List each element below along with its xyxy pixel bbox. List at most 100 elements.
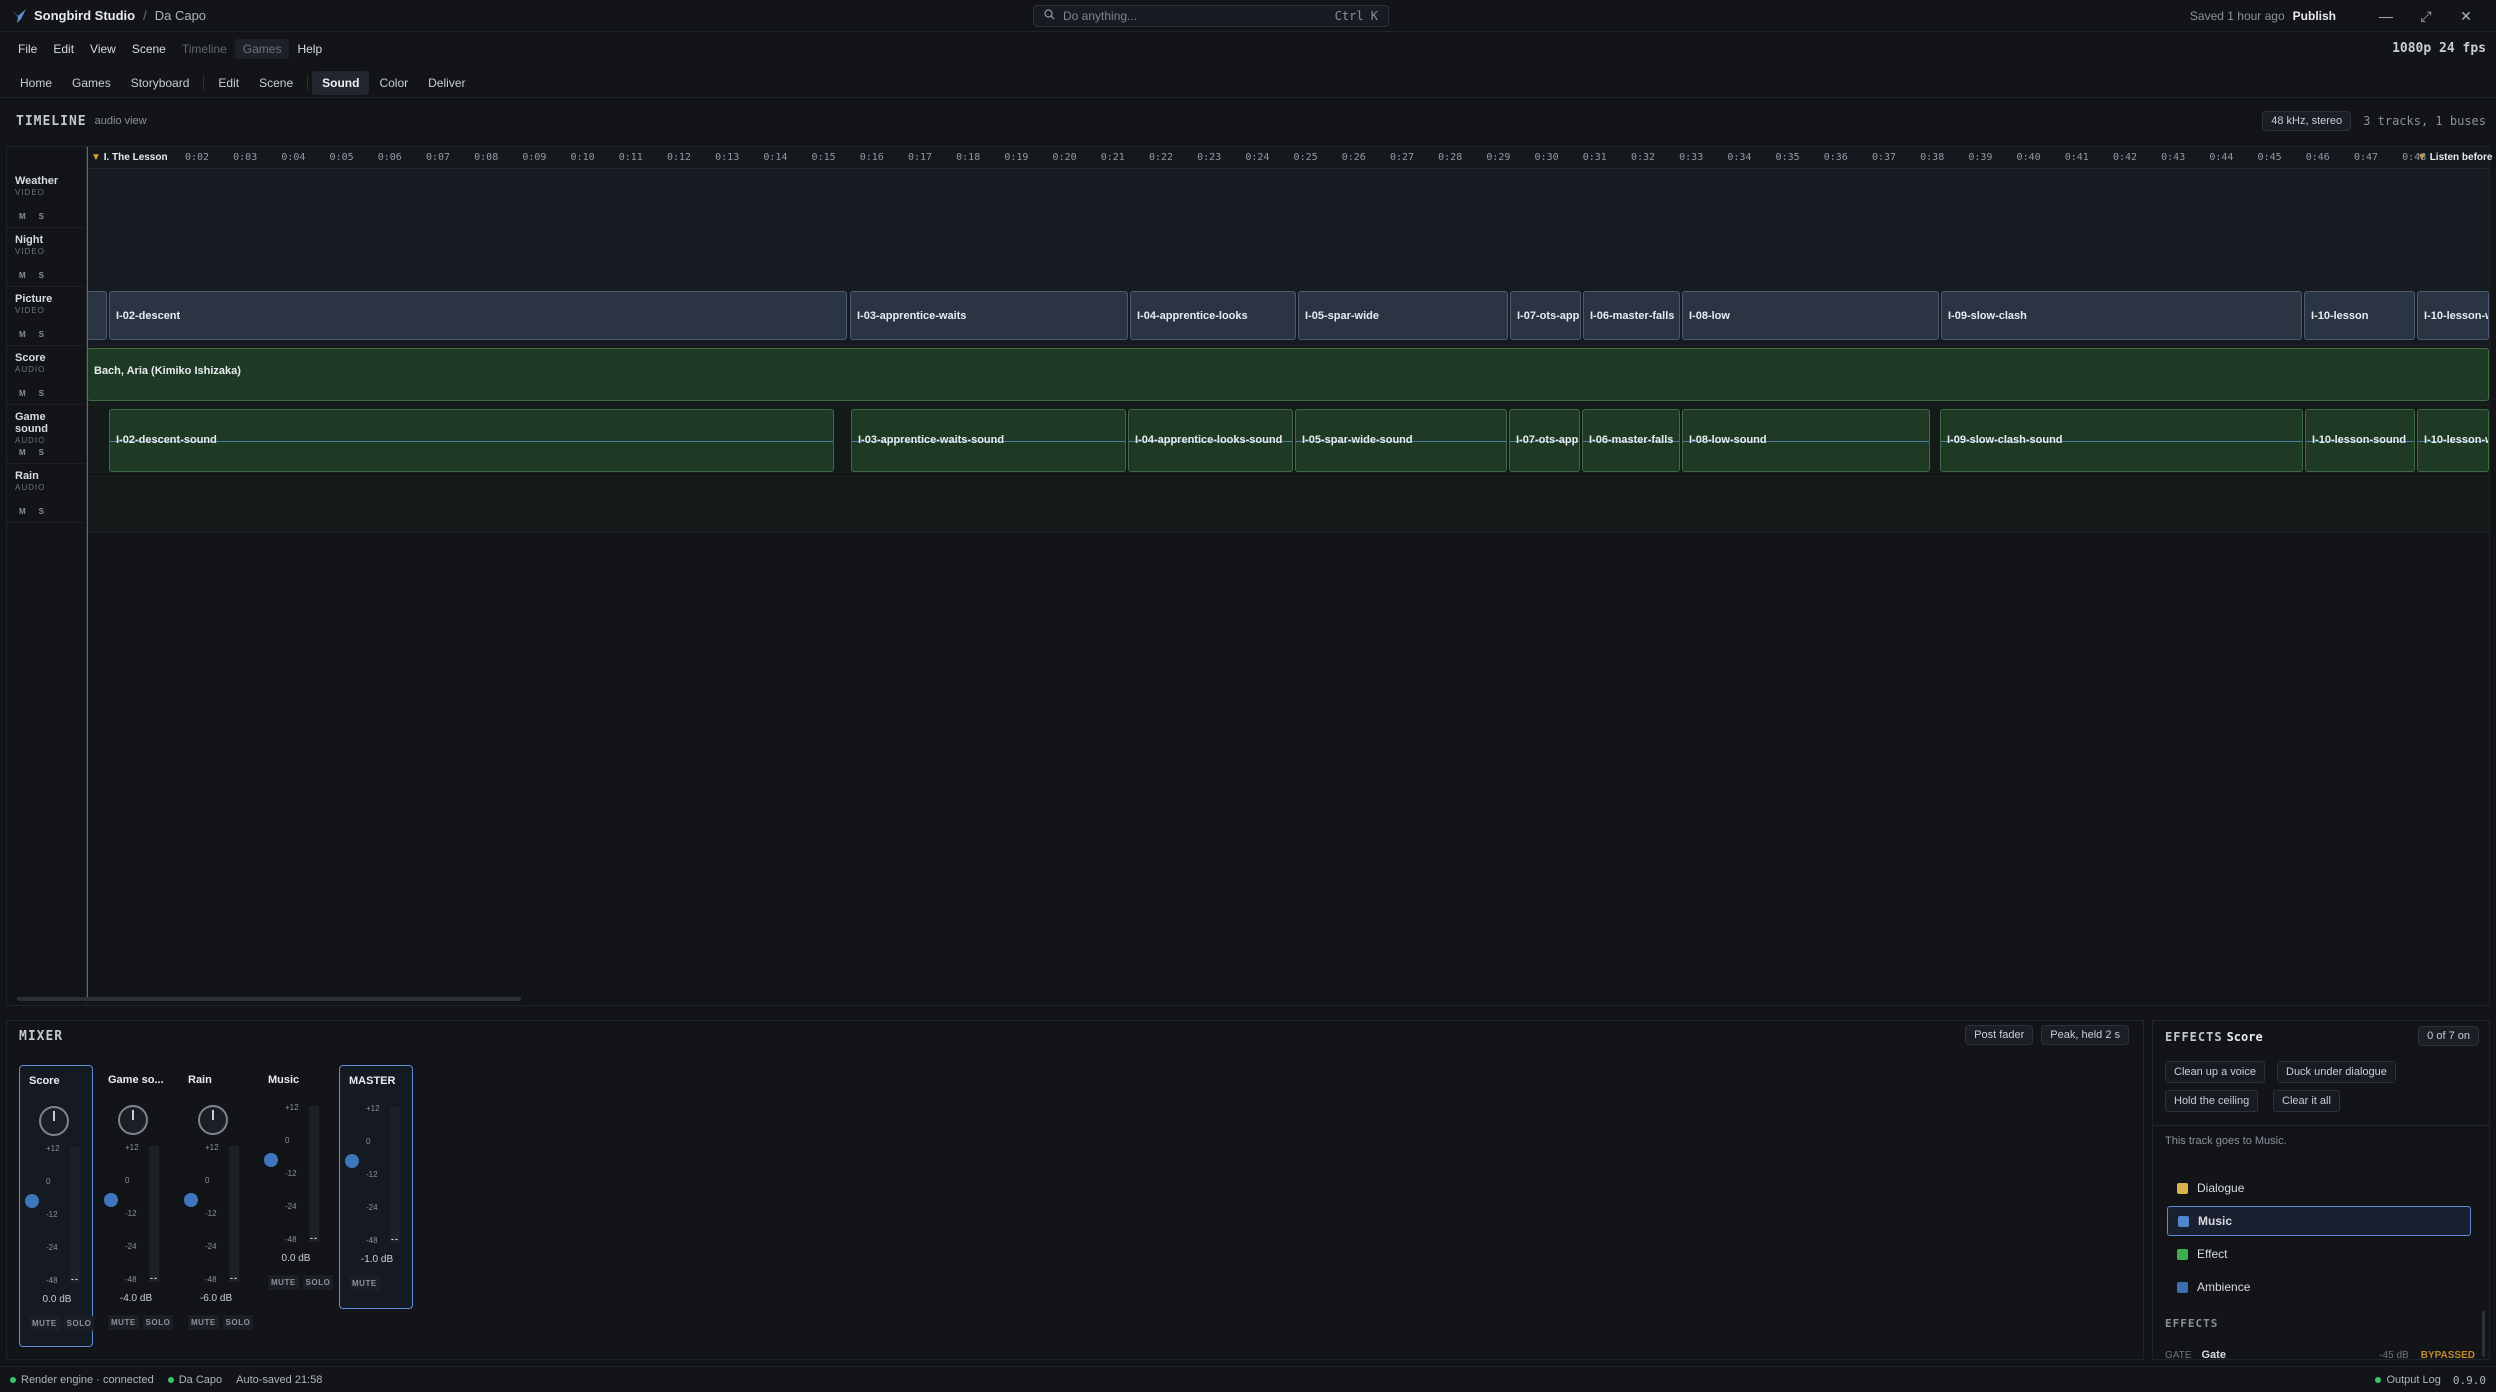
tab-storyboard[interactable]: Storyboard <box>121 71 200 95</box>
preset-duck-dialogue-button[interactable]: Duck under dialogue <box>2277 1061 2396 1083</box>
effect-row-gate[interactable]: GATE Gate -45 dB BYPASSED <box>2165 1349 2475 1360</box>
pan-knob[interactable] <box>118 1105 148 1135</box>
timeline-clip[interactable]: I-08-low <box>1682 291 1939 340</box>
tab-color[interactable]: Color <box>369 71 418 95</box>
solo-toggle[interactable]: S <box>39 212 44 221</box>
lane-rain[interactable] <box>87 474 2489 533</box>
project-name[interactable]: Da Capo <box>155 8 206 23</box>
post-fader-toggle[interactable]: Post fader <box>1965 1025 2034 1045</box>
end-marker[interactable]: ▼ Listen before <box>2417 152 2492 163</box>
timeline-clip[interactable]: I-10-lesson-sound <box>2305 409 2415 472</box>
menu-help[interactable]: Help <box>289 39 330 59</box>
output-log-button[interactable]: Output Log <box>2375 1374 2441 1386</box>
solo-toggle[interactable]: S <box>39 507 44 516</box>
effect-bypass-toggle[interactable]: BYPASSED <box>2421 1350 2475 1360</box>
solo-toggle[interactable]: S <box>39 271 44 280</box>
pan-knob[interactable] <box>198 1105 228 1135</box>
timeline-clip[interactable]: I-10-lesson-w <box>2417 291 2489 340</box>
volume-fader[interactable] <box>25 1193 39 1208</box>
track-header-game-sound[interactable]: Game sound AUDIO M S <box>7 405 87 464</box>
strip-mute-button[interactable]: MUTE <box>268 1275 299 1290</box>
pan-knob[interactable] <box>39 1106 69 1136</box>
lane-weather[interactable] <box>87 169 2489 228</box>
menu-timeline[interactable]: Timeline <box>174 39 235 59</box>
bus-option-music[interactable]: Music <box>2167 1206 2471 1236</box>
menu-games[interactable]: Games <box>234 39 290 59</box>
mute-toggle[interactable]: M <box>19 330 26 339</box>
solo-toggle[interactable]: S <box>39 330 44 339</box>
strip-mute-button[interactable]: MUTE <box>108 1315 139 1330</box>
timeline-clip[interactable]: I-08-low-sound <box>1682 409 1930 472</box>
volume-fader[interactable] <box>104 1192 118 1207</box>
strip-solo-button[interactable]: SOLO <box>222 1315 254 1330</box>
mute-toggle[interactable]: M <box>19 389 26 398</box>
horizontal-scrollbar[interactable] <box>17 997 521 1001</box>
timeline-clip[interactable]: Bach, Aria (Kimiko Ishizaka) <box>87 348 2489 401</box>
tab-games[interactable]: Games <box>62 71 121 95</box>
playhead[interactable] <box>87 147 88 999</box>
menu-file[interactable]: File <box>10 39 45 59</box>
close-icon[interactable]: ✕ <box>2446 8 2486 25</box>
strip-solo-button[interactable]: SOLO <box>63 1316 95 1331</box>
bus-option-effect[interactable]: Effect <box>2167 1239 2471 1269</box>
timeline-clip[interactable]: I-04-apprentice-looks <box>1130 291 1296 340</box>
timeline-clip[interactable]: I-07-ots-app <box>1509 409 1580 472</box>
mixer-strip[interactable]: Game so... +12 0 -12 -24 -48 -- -4.0 dB MUTE SOLO <box>99 1065 174 1347</box>
track-header-score[interactable]: Score AUDIO M S <box>7 346 87 405</box>
tab-edit[interactable]: Edit <box>208 71 249 95</box>
command-search-input[interactable]: Do anything... Ctrl K <box>1033 5 1389 27</box>
mute-toggle[interactable]: M <box>19 212 26 221</box>
maximize-icon[interactable]: ⤢ <box>2406 8 2446 25</box>
mixer-strip[interactable]: MASTER +12 0 -12 -24 -48 -- -1.0 dB MUTE <box>339 1065 413 1309</box>
timeline-clip[interactable]: I-05-spar-wide <box>1298 291 1508 340</box>
solo-toggle[interactable]: S <box>39 389 44 398</box>
mute-toggle[interactable]: M <box>19 448 26 457</box>
mute-toggle[interactable]: M <box>19 271 26 280</box>
strip-mute-button[interactable]: MUTE <box>29 1316 60 1331</box>
timeline-clip[interactable]: I-05-spar-wide-sound <box>1295 409 1507 472</box>
start-marker[interactable]: ▼ I. The Lesson <box>91 152 168 163</box>
minimize-icon[interactable]: — <box>2366 8 2406 24</box>
mixer-strip[interactable]: Rain +12 0 -12 -24 -48 -- -6.0 dB MUTE SOLO <box>179 1065 254 1347</box>
lane-night[interactable] <box>87 228 2489 287</box>
peak-hold-toggle[interactable]: Peak, held 2 s <box>2041 1025 2129 1045</box>
time-ruler[interactable]: ▼ I. The Lesson ▼ Listen before 0:02 0:03… <box>87 147 2492 169</box>
timeline-clip[interactable]: I-03-apprentice-waits <box>850 291 1128 340</box>
lane-score[interactable]: Bach, Aria (Kimiko Ishizaka) <box>87 346 2489 405</box>
tab-sound[interactable]: Sound <box>312 70 370 95</box>
lane-game-sound[interactable]: I-02-descent-sound I-03-apprentice-waits… <box>87 405 2489 473</box>
mixer-strip[interactable]: Music +12 0 -12 -24 -48 -- 0.0 dB MUTE SOLO <box>259 1065 334 1309</box>
menu-scene[interactable]: Scene <box>124 39 174 59</box>
timeline-clip[interactable]: I-06-master-falls <box>1583 291 1680 340</box>
strip-solo-button[interactable]: SOLO <box>142 1315 174 1330</box>
timeline-clip[interactable]: I-09-slow-clash <box>1941 291 2302 340</box>
sample-rate-chip[interactable]: 48 kHz, stereo <box>2262 111 2352 131</box>
tab-deliver[interactable]: Deliver <box>418 71 475 95</box>
preset-clean-voice-button[interactable]: Clean up a voice <box>2165 1061 2265 1083</box>
mute-toggle[interactable]: M <box>19 507 26 516</box>
timeline-clip[interactable]: I-10-lesson-w <box>2417 409 2489 472</box>
tab-scene[interactable]: Scene <box>249 71 303 95</box>
preset-hold-ceiling-button[interactable]: Hold the ceiling <box>2165 1090 2259 1112</box>
menu-edit[interactable]: Edit <box>45 39 82 59</box>
preset-clear-all-button[interactable]: Clear it all <box>2273 1090 2340 1112</box>
volume-fader[interactable] <box>345 1153 359 1168</box>
lane-picture[interactable]: I-02-descent I-03-apprentice-waits I-04-… <box>87 287 2489 346</box>
track-header-rain[interactable]: Rain AUDIO M S <box>7 464 87 523</box>
tab-home[interactable]: Home <box>10 71 62 95</box>
menu-view[interactable]: View <box>82 39 124 59</box>
publish-button[interactable]: Publish <box>2293 9 2336 23</box>
volume-fader[interactable] <box>264 1152 278 1167</box>
timeline-clip[interactable]: I-04-apprentice-looks-sound <box>1128 409 1293 472</box>
bus-option-ambience[interactable]: Ambience <box>2167 1272 2471 1302</box>
timeline-clip[interactable]: I-09-slow-clash-sound <box>1940 409 2303 472</box>
timeline-clip[interactable]: I-06-master-falls <box>1582 409 1680 472</box>
timeline-clip[interactable]: I-02-descent <box>109 291 847 340</box>
mixer-strip[interactable]: Score +12 0 -12 -24 -48 -- 0.0 dB MUTE SOLO <box>19 1065 95 1347</box>
track-header-picture[interactable]: Picture VIDEO M S <box>7 287 87 346</box>
timeline-clip[interactable]: I-03-apprentice-waits-sound <box>851 409 1126 472</box>
strip-mute-button[interactable]: MUTE <box>188 1315 219 1330</box>
track-header-weather[interactable]: Weather VIDEO M S <box>7 169 87 228</box>
strip-solo-button[interactable]: SOLO <box>302 1275 334 1290</box>
track-header-night[interactable]: Night VIDEO M S <box>7 228 87 287</box>
